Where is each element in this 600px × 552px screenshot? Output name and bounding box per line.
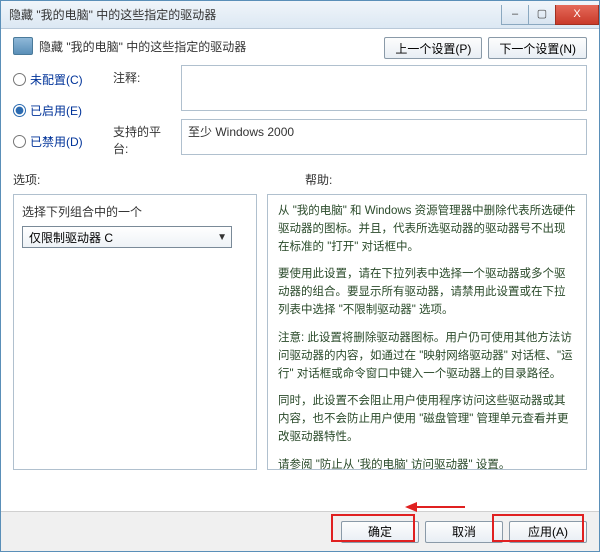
section-labels-row: 选项: 帮助: [13,171,587,188]
cancel-button[interactable]: 取消 [425,521,503,543]
minimize-button[interactable]: – [501,5,529,25]
comment-row: 注释: [113,65,587,111]
close-button[interactable]: X [555,5,599,25]
previous-setting-button[interactable]: 上一个设置(P) [384,37,482,59]
header-left: 隐藏 "我的电脑" 中的这些指定的驱动器 [13,37,246,55]
policy-title: 隐藏 "我的电脑" 中的这些指定的驱动器 [39,38,246,55]
radio-enabled-label: 已启用(E) [30,102,82,119]
header-row: 隐藏 "我的电脑" 中的这些指定的驱动器 上一个设置(P) 下一个设置(N) [1,29,599,65]
radio-disabled[interactable]: 已禁用(D) [13,133,103,150]
radio-enabled[interactable]: 已启用(E) [13,102,103,119]
help-p3: 注意: 此设置将删除驱动器图标。用户仍可使用其他方法访问驱动器的内容，如通过在 … [278,330,576,383]
help-p2: 要使用此设置，请在下拉列表中选择一个驱动器或多个驱动器的组合。要显示所有驱动器，… [278,266,576,319]
drive-combo[interactable]: 仅限制驱动器 C ▼ [22,226,232,248]
options-prompt: 选择下列组合中的一个 [22,203,248,220]
comment-label: 注释: [113,65,175,86]
nav-buttons: 上一个设置(P) 下一个设置(N) [384,37,587,59]
lower-section: 选择下列组合中的一个 仅限制驱动器 C ▼ 从 "我的电脑" 和 Windows… [13,194,587,470]
help-panel: 从 "我的电脑" 和 Windows 资源管理器中删除代表所选硬件驱动器的图标。… [267,194,587,470]
help-section-label: 帮助: [305,171,587,188]
help-p1: 从 "我的电脑" 和 Windows 资源管理器中删除代表所选硬件驱动器的图标。… [278,203,576,256]
radio-disabled-input[interactable] [13,135,26,148]
help-p4: 同时，此设置不会阻止用户使用程序访问这些驱动器或其内容，也不会防止用户使用 "磁… [278,393,576,446]
policy-icon [13,37,33,55]
options-section-label: 选项: [13,171,295,188]
radio-not-configured-label: 未配置(C) [30,71,83,88]
ok-button[interactable]: 确定 [341,521,419,543]
platform-value: 至少 Windows 2000 [181,119,587,155]
radio-disabled-label: 已禁用(D) [30,133,83,150]
apply-button[interactable]: 应用(A) [509,521,587,543]
footer: 确定 取消 应用(A) [1,511,599,551]
radio-not-configured-input[interactable] [13,73,26,86]
radio-enabled-input[interactable] [13,104,26,117]
platform-label: 支持的平台: [113,119,175,157]
content-area: 未配置(C) 已启用(E) 已禁用(D) 注释: 支持的平台: [13,65,587,507]
next-setting-button[interactable]: 下一个设置(N) [488,37,587,59]
window-title: 隐藏 "我的电脑" 中的这些指定的驱动器 [9,6,216,23]
state-radios: 未配置(C) 已启用(E) 已禁用(D) [13,65,103,157]
radio-not-configured[interactable]: 未配置(C) [13,71,103,88]
upper-section: 未配置(C) 已启用(E) 已禁用(D) 注释: 支持的平台: [13,65,587,157]
titlebar[interactable]: 隐藏 "我的电脑" 中的这些指定的驱动器 – ▢ X [1,1,599,29]
chevron-down-icon: ▼ [217,232,227,243]
upper-fields: 注释: 支持的平台: 至少 Windows 2000 [113,65,587,157]
drive-combo-value: 仅限制驱动器 C [29,229,113,246]
dialog-window: 隐藏 "我的电脑" 中的这些指定的驱动器 – ▢ X 隐藏 "我的电脑" 中的这… [0,0,600,552]
comment-input[interactable] [181,65,587,111]
help-p5: 请参阅 "防止从 '我的电脑' 访问驱动器" 设置。 [278,457,576,470]
options-panel: 选择下列组合中的一个 仅限制驱动器 C ▼ [13,194,257,470]
platform-row: 支持的平台: 至少 Windows 2000 [113,119,587,157]
maximize-button[interactable]: ▢ [528,5,556,25]
window-controls: – ▢ X [502,5,599,25]
